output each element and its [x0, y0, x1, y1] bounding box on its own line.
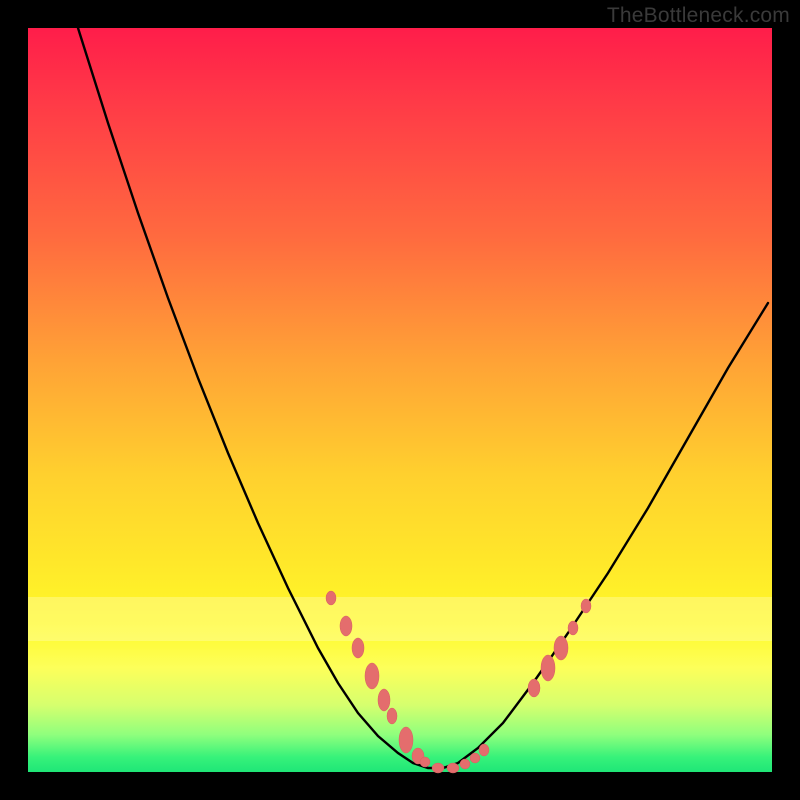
curve-marker: [479, 744, 489, 756]
curve-marker: [541, 655, 555, 681]
curve-marker: [352, 638, 364, 658]
curve-marker: [420, 757, 430, 767]
bottleneck-curve: [78, 28, 768, 768]
curve-markers: [326, 591, 591, 773]
curve-marker: [387, 708, 397, 724]
curve-marker: [581, 599, 591, 613]
curve-marker: [340, 616, 352, 636]
curve-marker: [378, 689, 390, 711]
curve-marker: [447, 763, 459, 773]
chart-frame: [28, 28, 772, 772]
curve-marker: [432, 763, 444, 773]
curve-marker: [554, 636, 568, 660]
curve-marker: [326, 591, 336, 605]
curve-marker: [470, 753, 480, 763]
curve-marker: [460, 759, 470, 769]
watermark-text: TheBottleneck.com: [607, 4, 790, 28]
curve-marker: [365, 663, 379, 689]
chart-svg: [28, 28, 772, 772]
curve-marker: [399, 727, 413, 753]
curve-marker: [528, 679, 540, 697]
curve-marker: [568, 621, 578, 635]
